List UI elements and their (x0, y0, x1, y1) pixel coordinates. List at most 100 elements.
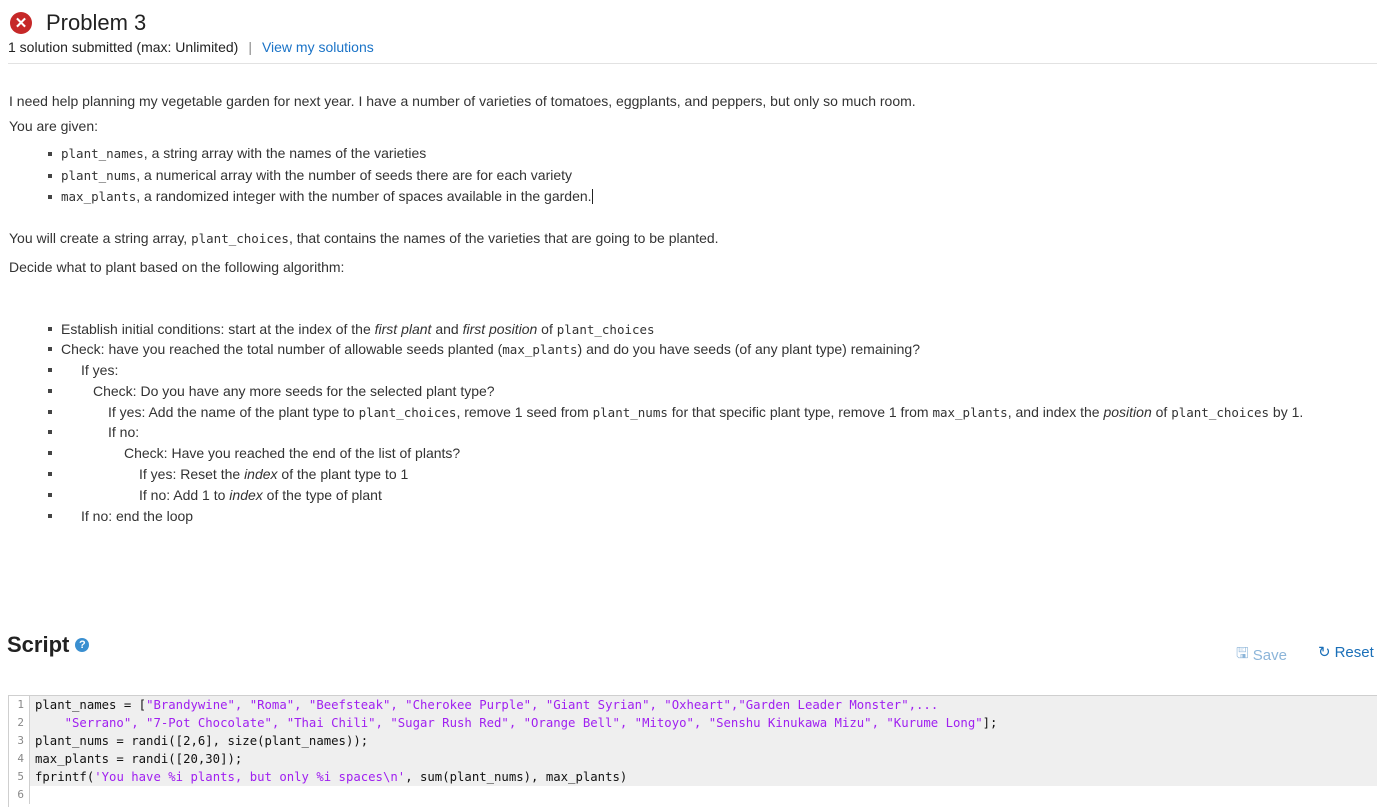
algo-text: Establish initial conditions: start at t… (61, 320, 375, 337)
line-number: 3 (9, 732, 30, 750)
code-token: , sum(plant_nums), max_plants) (405, 770, 628, 784)
list-item: If no: Add 1 to index of the type of pla… (9, 485, 1369, 506)
algo-text: Check: Have you reached the end of the l… (124, 445, 461, 462)
algo-text: for that specific plant type, remove 1 f… (667, 403, 933, 420)
algo-text: If yes: (81, 362, 119, 379)
problem-description: I need help planning my vegetable garden… (9, 93, 1369, 526)
algo-text: of (1151, 403, 1172, 420)
algo-text: If no: end the loop (81, 507, 194, 524)
page-title: Problem 3 (46, 10, 147, 35)
algo-code: plant_choices (556, 321, 655, 337)
reset-label: Reset (1334, 643, 1374, 661)
given-list: plant_names, a string array with the nam… (9, 143, 1369, 208)
intro-text: I need help planning my vegetable garden… (9, 93, 916, 109)
algo-text: , and index the (1007, 403, 1104, 420)
submission-info: 1 solution submitted (max: Unlimited) | Vi… (8, 39, 1377, 55)
algo-code: max_plants (502, 342, 578, 358)
code-line[interactable]: 5 fprintf('You have %i plants, but only … (9, 768, 1377, 786)
save-label: Save (1252, 647, 1287, 664)
algo-emphasis: first plant (374, 320, 432, 337)
algo-text: ) and do you have seeds (of any plant ty… (577, 341, 920, 358)
given-label: You are given: (9, 118, 98, 134)
list-item: Check: Do you have any more seeds for th… (9, 381, 1369, 402)
code-token: fprintf( (35, 770, 95, 784)
algo-emphasis: first position (462, 320, 538, 337)
line-number: 2 (9, 714, 30, 732)
x-circle-icon: ✕ (10, 12, 32, 34)
algo-code: max_plants (932, 404, 1008, 420)
divider (8, 63, 1377, 64)
code-line[interactable]: 4 max_plants = randi([20,30]); (9, 750, 1377, 768)
title-row: ✕ Problem 3 (8, 10, 1377, 36)
algo-emphasis: index (229, 486, 263, 503)
algo-text: of the plant type to 1 (277, 466, 409, 483)
create-text-pre: You will create a string array, (9, 229, 192, 246)
algorithm-list: Establish initial conditions: start at t… (9, 319, 1369, 527)
algo-text: of (537, 320, 557, 337)
algo-text: and (431, 320, 463, 337)
code-plant-nums: plant_nums (61, 167, 137, 183)
list-item-text: , a numerical array with the number of s… (136, 166, 573, 183)
algo-text: If yes: Add the name of the plant type t… (108, 403, 359, 420)
algo-text: Check: Do you have any more seeds for th… (93, 382, 495, 399)
code-line-text[interactable]: plant_names = ["Brandywine", "Roma", "Be… (30, 696, 1377, 714)
list-item: Establish initial conditions: start at t… (9, 319, 1369, 340)
list-item: If yes: (9, 360, 1369, 381)
list-item: If yes: Add the name of the plant type t… (9, 402, 1369, 423)
algo-text: , remove 1 seed from (456, 403, 593, 420)
script-title: Script (7, 632, 70, 657)
algo-emphasis: index (244, 466, 278, 483)
algo-text: by 1. (1269, 403, 1304, 420)
code-token: ]; (982, 716, 998, 730)
decide-text: Decide what to plant based on the follow… (9, 258, 345, 275)
code-line-text[interactable]: "Serrano", "7-Pot Chocolate", "Thai Chil… (30, 714, 1377, 732)
code-plant-choices: plant_choices (191, 230, 289, 246)
code-line-text[interactable]: fprintf('You have %i plants, but only %i… (30, 768, 1377, 786)
list-item: If yes: Reset the index of the plant typ… (9, 464, 1369, 485)
algo-text: If no: Add 1 to (139, 486, 230, 503)
algo-code: plant_nums (592, 404, 668, 420)
question-circle-icon[interactable]: ? (75, 638, 90, 652)
code-string: 'You have %i plants, but only %i spaces\… (94, 770, 406, 784)
code-string: "Brandywine", "Roma", "Beefsteak", "Cher… (146, 698, 939, 712)
code-line-text[interactable] (30, 786, 1377, 804)
algo-text: of the type of plant (262, 486, 382, 503)
list-item: Check: have you reached the total number… (9, 339, 1369, 360)
refresh-icon: ↻ (1318, 644, 1331, 661)
list-item: If no: end the loop (9, 506, 1369, 527)
script-header: Script ? (7, 632, 90, 658)
code-line-text[interactable]: plant_nums = randi([2,6], size(plant_nam… (30, 732, 1377, 750)
create-text: You will create a string array, plant_ch… (9, 230, 1369, 246)
code-token: plant_names = [ (35, 698, 147, 712)
algo-text: If yes: Reset the (139, 466, 245, 483)
problem-header: ✕ Problem 3 1 solution submitted (max: U… (8, 10, 1377, 55)
list-item: If no: (9, 422, 1369, 443)
code-string: "Serrano", "7-Pot Chocolate", "Thai Chil… (35, 716, 983, 730)
separator: | (248, 39, 252, 55)
code-line-text[interactable]: max_plants = randi([20,30]); (30, 750, 1377, 768)
list-item: max_plants, a randomized integer with th… (9, 186, 1369, 208)
code-line[interactable]: 2 "Serrano", "7-Pot Chocolate", "Thai Ch… (9, 714, 1377, 732)
algo-code: plant_choices (358, 404, 457, 420)
algo-text: If no: (108, 424, 140, 441)
list-item: Check: Have you reached the end of the l… (9, 443, 1369, 464)
reset-button[interactable]: ↻ Reset (1318, 643, 1374, 662)
floppy-disk-icon: 🖫 (1236, 645, 1249, 662)
code-line[interactable]: 3 plant_nums = randi([2,6], size(plant_n… (9, 732, 1377, 750)
line-number: 4 (9, 750, 30, 768)
line-number: 6 (9, 786, 30, 804)
submitted-count: 1 solution submitted (max: Unlimited) (8, 39, 239, 55)
save-button[interactable]: 🖫 Save (1236, 643, 1287, 668)
list-item-text: , a randomized integer with the number o… (136, 188, 592, 204)
code-editor[interactable]: 1 plant_names = ["Brandywine", "Roma", "… (8, 695, 1377, 807)
algo-emphasis: position (1103, 403, 1152, 420)
list-item: plant_names, a string array with the nam… (9, 143, 1369, 165)
code-line[interactable]: 1 plant_names = ["Brandywine", "Roma", "… (9, 696, 1377, 714)
line-number: 5 (9, 768, 30, 786)
code-max-plants: max_plants (61, 189, 137, 204)
code-line[interactable]: 6 (9, 786, 1377, 804)
view-solutions-link[interactable]: View my solutions (262, 39, 374, 55)
algo-code: plant_choices (1171, 404, 1270, 420)
algo-text: Check: have you reached the total number… (61, 341, 503, 358)
code-plant-names: plant_names (61, 146, 144, 161)
